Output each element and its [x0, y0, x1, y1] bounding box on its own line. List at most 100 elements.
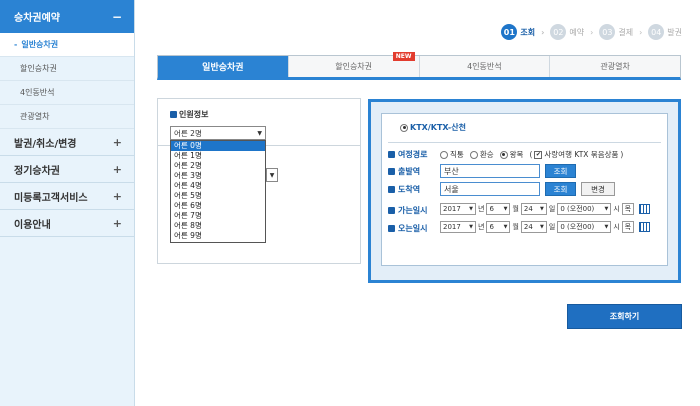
bullet-icon	[388, 186, 395, 193]
tab-family-seat[interactable]: 4인동반석	[420, 56, 551, 77]
step-label: 결제	[618, 27, 634, 37]
arrival-station-input[interactable]: 서울	[440, 182, 540, 196]
sidebar-item-tour-train[interactable]: 관광열차	[0, 105, 134, 129]
sidebar-item-season-ticket[interactable]: 정기승차권 +	[0, 156, 134, 183]
dropdown-arrow-icon: ▼	[540, 224, 544, 230]
tab-general-ticket[interactable]: 일반승차권	[158, 56, 289, 77]
tab-label: 할인승차권	[335, 62, 373, 71]
go-month-select[interactable]: 6 ▼	[486, 203, 511, 215]
select-value: 6	[489, 223, 494, 231]
option-item[interactable]: 어른 4명	[171, 181, 265, 191]
adult-count-options: 어른 0명 어른 1명 어른 2명 어른 3명 어른 4명 어른 5명 어른 6…	[170, 140, 266, 243]
route-roundtrip-option[interactable]: 왕복	[499, 149, 523, 160]
radio-selected-icon[interactable]	[400, 123, 408, 132]
passenger-panel: 인원정보 어른 2명 ▼ ▼ 어른 0명 어른 1명 어른 2명 어른 3명 어…	[157, 98, 361, 264]
route-transfer-option[interactable]: 환승	[469, 149, 494, 160]
calendar-icon[interactable]	[638, 222, 650, 232]
month-unit: 월	[512, 223, 519, 231]
chevron-right-icon: ›	[639, 27, 643, 37]
dropdown-arrow-icon[interactable]: ▼	[266, 168, 278, 182]
button-label: 조회	[553, 166, 568, 176]
sidebar-header-reservation[interactable]: 승차권예약 −	[0, 0, 134, 33]
departure-station-value: 부산	[444, 166, 459, 176]
sidebar-item-label: 관광열차	[20, 112, 50, 121]
return-month-select[interactable]: 6 ▼	[486, 221, 511, 233]
arrival-label: 도착역	[388, 184, 420, 195]
route-option-label: 환승	[479, 150, 494, 159]
arrival-lookup-button[interactable]: 조회	[545, 182, 576, 196]
sidebar-item-discount-ticket[interactable]: 할인승차권	[0, 57, 134, 81]
expand-icon: +	[112, 135, 122, 149]
hour-unit: 시	[613, 205, 620, 213]
sidebar-item-family-seat[interactable]: 4인동반석	[0, 81, 134, 105]
radio-icon[interactable]	[440, 150, 448, 159]
sidebar-item-issue-cancel[interactable]: 발권/취소/변경 +	[0, 129, 134, 156]
step-payment: 03 결제 ›	[599, 24, 645, 40]
option-item[interactable]: 어른 1명	[171, 151, 265, 161]
select-value: 24	[523, 205, 533, 213]
option-item[interactable]: 어른 5명	[171, 191, 265, 201]
sidebar-item-general-ticket[interactable]: - 일반승차권	[0, 33, 134, 57]
departure-station-input[interactable]: 부산	[440, 164, 540, 178]
progress-steps: 01 조회 › 02 예약 › 03 결제 › 04 발권	[501, 24, 682, 40]
select-value: 6	[489, 205, 494, 213]
departure-label: 출발역	[388, 166, 420, 177]
dropdown-arrow-icon: ▼	[257, 129, 262, 137]
dash-icon: -	[14, 40, 18, 49]
sidebar-item-guide[interactable]: 이용안내 +	[0, 210, 134, 237]
sidebar-item-label: 4인동반석	[20, 88, 55, 97]
sidebar-item-guest-service[interactable]: 미등록고객서비스 +	[0, 183, 134, 210]
return-hour-select[interactable]: 0 (오전00) ▼	[557, 221, 612, 233]
return-date-label: 오는일시	[388, 223, 427, 234]
train-type-option[interactable]: KTX/KTX-산천	[400, 122, 466, 133]
dropdown-arrow-icon: ▼	[604, 206, 609, 212]
sidebar-item-label: 일반승차권	[21, 40, 59, 49]
select-value: 2017	[443, 223, 461, 231]
select-value: 0 (오전00)	[560, 223, 595, 231]
departure-lookup-button[interactable]: 조회	[545, 164, 576, 178]
tab-tour-train[interactable]: 관광열차	[550, 56, 680, 77]
package-checkbox-option[interactable]: ( ✔ 사랑여행 KTX 묶음상품 )	[529, 149, 623, 160]
checkbox-checked-icon[interactable]: ✔	[534, 150, 543, 159]
sidebar-item-label: 미등록고객서비스	[14, 192, 88, 204]
day-unit: 일	[548, 205, 556, 213]
tab-discount-ticket[interactable]: 할인승차권 NEW	[289, 52, 420, 77]
button-label: 변경	[591, 184, 605, 194]
step-reserve: 02 예약 ›	[550, 24, 596, 40]
radio-icon[interactable]	[469, 150, 478, 159]
radio-selected-icon[interactable]	[499, 150, 508, 159]
step-number: 04	[648, 24, 665, 40]
search-button[interactable]: 조회하기	[567, 304, 682, 329]
option-item[interactable]: 어른 2명	[171, 161, 265, 171]
month-unit: 월	[512, 205, 519, 213]
swap-stations-button[interactable]: 변경	[581, 182, 615, 196]
go-day-select[interactable]: 24 ▼	[520, 203, 547, 215]
option-item[interactable]: 어른 9명	[171, 231, 265, 241]
bullet-icon	[388, 225, 395, 232]
paren-open: (	[529, 150, 533, 159]
year-unit: 년	[478, 223, 485, 231]
dropdown-arrow-icon: ▼	[503, 224, 508, 230]
option-item[interactable]: 어른 0명	[171, 141, 265, 151]
return-day-select[interactable]: 24 ▼	[520, 221, 547, 233]
go-year-select[interactable]: 2017 ▼	[440, 203, 476, 215]
option-item[interactable]: 어른 7명	[171, 211, 265, 221]
adult-count-select[interactable]: 어른 2명 ▼	[170, 126, 266, 140]
route-label: 여정경로	[388, 149, 427, 160]
dropdown-arrow-icon: ▼	[503, 206, 508, 212]
route-direct-option[interactable]: 직통	[440, 149, 464, 160]
return-year-select[interactable]: 2017 ▼	[440, 221, 476, 233]
adult-count-value: 어른 2명	[174, 128, 202, 138]
collapse-icon: −	[111, 9, 122, 24]
option-item[interactable]: 어른 6명	[171, 201, 265, 211]
option-item[interactable]: 어른 3명	[171, 171, 265, 181]
calendar-icon[interactable]	[638, 204, 650, 214]
select-value: 24	[523, 223, 533, 231]
expand-icon: +	[112, 162, 122, 176]
go-hour-select[interactable]: 0 (오전00) ▼	[557, 203, 612, 215]
return-weekday: 목	[621, 221, 634, 233]
go-weekday: 목	[621, 203, 634, 215]
select-value: 0 (오전00)	[560, 205, 595, 213]
expand-icon: +	[112, 189, 122, 203]
option-item[interactable]: 어른 8명	[171, 221, 265, 231]
